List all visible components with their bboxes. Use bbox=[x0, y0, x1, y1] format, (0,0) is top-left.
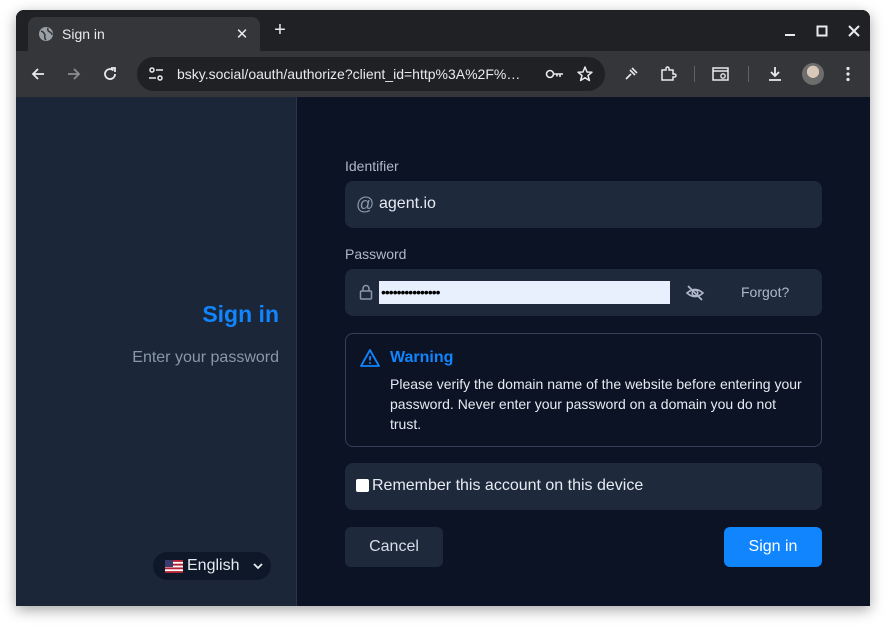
browser-tab[interactable]: Sign in ✕ bbox=[28, 17, 260, 51]
profile-avatar[interactable] bbox=[802, 63, 824, 85]
left-panel: Sign in Enter your password English bbox=[16, 97, 297, 606]
page-subtitle: Enter your password bbox=[132, 349, 279, 366]
new-tab-button[interactable]: + bbox=[270, 20, 290, 40]
downloads-button[interactable] bbox=[764, 63, 786, 85]
remember-option[interactable]: Remember this account on this device bbox=[345, 463, 822, 510]
remember-label[interactable]: Remember this account on this device bbox=[372, 477, 643, 495]
bookmark-star-icon[interactable] bbox=[575, 64, 595, 84]
menu-icon bbox=[846, 66, 850, 82]
language-select[interactable]: English bbox=[153, 552, 271, 580]
site-settings-icon[interactable] bbox=[147, 65, 165, 83]
globe-icon bbox=[39, 27, 53, 41]
forward-button[interactable] bbox=[63, 63, 85, 85]
language-label: English bbox=[187, 557, 240, 574]
password-key-icon[interactable] bbox=[545, 64, 565, 84]
password-input[interactable]: ••••••••••••••• bbox=[379, 281, 670, 304]
cancel-button[interactable]: Cancel bbox=[345, 527, 443, 567]
extensions-button[interactable] bbox=[657, 63, 679, 85]
forgot-password-button[interactable]: Forgot? bbox=[741, 284, 789, 300]
minimize-icon[interactable] bbox=[780, 21, 800, 41]
extension-pin-button[interactable] bbox=[620, 63, 642, 85]
tab-title: Sign in bbox=[62, 26, 105, 42]
chevron-down-icon bbox=[253, 563, 263, 570]
url-text[interactable]: bsky.social/oauth/authorize?client_id=ht… bbox=[177, 66, 535, 82]
tab-search-button[interactable] bbox=[710, 63, 732, 85]
password-field: ••••••••••••••• Forgot? bbox=[345, 269, 822, 316]
extensions-icon bbox=[661, 66, 677, 81]
close-tab-icon[interactable]: ✕ bbox=[234, 25, 250, 43]
maximize-icon[interactable] bbox=[812, 21, 832, 41]
warning-triangle-icon bbox=[360, 349, 380, 367]
menu-button[interactable] bbox=[837, 63, 859, 85]
identifier-label: Identifier bbox=[345, 158, 399, 174]
extension-pin-icon bbox=[625, 67, 638, 80]
close-window-icon[interactable] bbox=[844, 21, 864, 41]
identifier-field[interactable]: @ agent.io bbox=[345, 181, 822, 228]
identifier-value[interactable]: agent.io bbox=[379, 195, 436, 213]
downloads-icon bbox=[769, 67, 781, 81]
us-flag-icon bbox=[165, 559, 183, 573]
warning-text: Please verify the domain name of the web… bbox=[390, 376, 802, 432]
lock-icon bbox=[359, 284, 373, 300]
toolbar-divider bbox=[694, 66, 695, 82]
back-button[interactable] bbox=[27, 63, 49, 85]
sign-in-button[interactable]: Sign in bbox=[724, 527, 822, 567]
password-label: Password bbox=[345, 246, 407, 262]
at-sign-icon: @ bbox=[356, 194, 375, 214]
reload-button[interactable] bbox=[99, 63, 121, 85]
browser-window: Sign in ✕ + bsky.social/oauth/authorize?… bbox=[16, 10, 870, 606]
page-content: Sign in Enter your password English Iden… bbox=[16, 97, 870, 606]
forward-icon bbox=[68, 68, 81, 80]
warning-title: Warning bbox=[390, 349, 454, 366]
back-icon bbox=[31, 68, 44, 80]
signin-form: Identifier @ agent.io Password •••••••••… bbox=[297, 97, 870, 606]
address-bar[interactable]: bsky.social/oauth/authorize?client_id=ht… bbox=[137, 57, 605, 91]
toolbar-divider bbox=[748, 66, 749, 82]
remember-checkbox[interactable] bbox=[356, 479, 369, 492]
tab-search-icon bbox=[712, 67, 729, 81]
reload-icon bbox=[104, 67, 116, 80]
browser-toolbar: bsky.social/oauth/authorize?client_id=ht… bbox=[16, 51, 870, 97]
eye-slash-icon[interactable] bbox=[685, 283, 705, 303]
page-title: Sign in bbox=[202, 301, 279, 327]
tab-strip: Sign in ✕ + bbox=[16, 10, 870, 51]
warning-box: Warning Please verify the domain name of… bbox=[345, 333, 822, 447]
